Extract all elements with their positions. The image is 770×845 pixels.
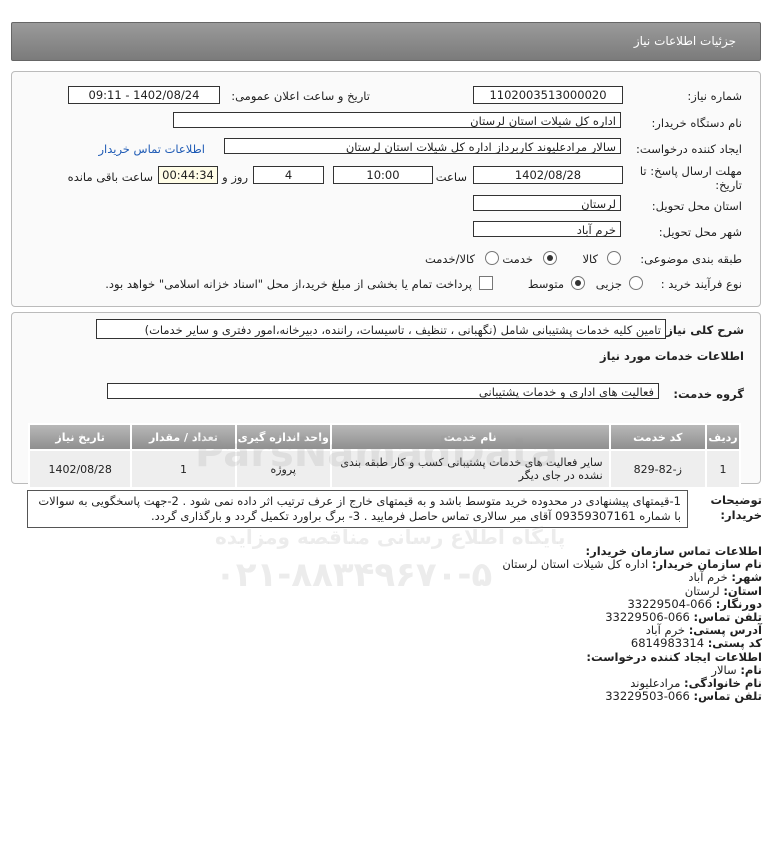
creator-last-name-value: مرادعلیوند [630,676,681,691]
cell-name: سایر فعالیت های خدمات پشتیبانی کسب و کار… [329,449,611,489]
buyer-contact-link[interactable]: اطلاعات تماس خریدار [98,142,205,156]
category-radio-both[interactable] [485,251,499,265]
page-title: جزئیات اطلاعات نیاز [633,34,736,48]
city-label: شهر محل تحویل: [658,225,742,239]
city-field[interactable]: خرم آباد [473,221,621,237]
col-header-qty: تعداد / مقدار [130,423,237,451]
contact-city-label: شهر: [731,570,762,585]
process-radio-minor[interactable] [629,276,643,290]
col-header-unit: واحد اندازه گیری [234,423,332,451]
province-field[interactable]: لرستان [473,195,621,211]
requester-label: ایجاد کننده درخواست: [636,142,742,156]
creator-phone-label: تلفن تماس: [693,689,762,704]
col-header-date: تاریخ نیاز [27,423,133,451]
process-option-medium: متوسط [527,277,564,291]
buyer-org-name-value: اداره کل شیلات استان لرستان [502,557,649,572]
contact-province-label: استان: [723,583,762,598]
contact-postal-label: کد پستی: [707,636,762,651]
process-option-minor: جزیی [595,277,622,291]
cell-row-number: 1 [704,449,742,489]
need-number-label: شماره نیاز: [687,89,742,103]
buyer-contact-title: اطلاعات تماس سازمان خریدار: [585,544,762,558]
requester-field[interactable]: سالار مرادعلیوند کاربرداز اداره کل شیلات… [224,138,621,154]
treasury-payment-checkbox[interactable] [479,276,493,290]
col-header-name: نام خدمت [329,423,611,451]
deadline-time-field[interactable]: 10:00 [333,166,433,184]
buyer-org-label: نام دستگاه خریدار: [651,116,742,130]
need-number-field[interactable]: 1102003513000020 [473,86,623,104]
service-group-label: گروه خدمت: [673,387,744,401]
contact-info: اطلاعات تماس سازمان خریدار: نام سازمان خ… [242,544,762,704]
page-header: جزئیات اطلاعات نیاز [11,22,761,61]
contact-province-value: لرستان [684,583,720,598]
creator-first-name-value: سالار [711,662,737,677]
contact-address-value: خرم آباد [645,623,686,638]
days-field[interactable]: 4 [253,166,324,184]
service-group-field: فعالیت های اداری و خدمات پشتیبانی [107,383,659,399]
summary-label: شرح کلی نیاز: [661,323,744,337]
contact-city-value: خرم آباد [688,570,728,585]
days-label: روز و [222,170,248,184]
remaining-label: ساعت باقی مانده [67,170,153,184]
contact-phone-value: 066-33229506 [605,610,690,625]
contact-fax-label: دورنگار: [715,596,762,611]
category-label: طبقه بندی موضوعی: [640,252,742,266]
notes-text-box: 1-قیمتهای پیشنهادی در محدوده خرید متوسط … [27,490,688,528]
announce-label: تاریخ و ساعت اعلان عمومی: [231,89,370,103]
services-section-title: اطلاعات خدمات مورد نیاز [600,349,744,363]
category-option-service: خدمت [502,252,533,266]
cell-date: 1402/08/28 [27,449,133,489]
cell-unit: پروژه [234,449,332,489]
process-label: نوع فرآیند خرید : [660,277,742,291]
cell-code: ز-82-829 [608,449,707,489]
treasury-payment-note: پرداخت تمام یا بخشی از مبلغ خرید،از محل … [105,277,472,291]
creator-last-name-label: نام خانوادگی: [684,676,762,691]
table-header-row: ردیف کد خدمت نام خدمت واحد اندازه گیری ت… [27,423,742,451]
notes-label: توضیحات خریدار: [710,493,763,522]
category-option-both: کالا/خدمت [424,252,475,266]
table-row: 1 ز-82-829 سایر فعالیت های خدمات پشتیبان… [27,449,742,489]
col-header-code: کد خدمت [608,423,707,451]
summary-text-box: تامین کلیه خدمات پشتیبانی شامل (نگهبانی … [96,319,666,339]
buyer-org-name-label: نام سازمان خریدار: [651,557,762,572]
deadline-date-field[interactable]: 1402/08/28 [473,166,623,184]
remaining-time-field: 00:44:34 [158,166,218,184]
process-radio-medium[interactable] [571,276,585,290]
announce-field[interactable]: 1402/08/24 - 09:11 [68,86,220,104]
contact-address-label: آدرس پستی: [688,623,762,638]
cell-qty: 1 [130,449,237,489]
creator-contact-title: اطلاعات ایجاد کننده درخواست: [586,649,762,664]
col-header-row-number: ردیف [704,423,742,451]
creator-phone-value: 066-33229503 [605,689,690,704]
deadline-label: مهلت ارسال پاسخ: تا تاریخ: [639,164,742,192]
services-table: ردیف کد خدمت نام خدمت واحد اندازه گیری ت… [27,423,742,489]
contact-phone-label: تلفن تماس: [693,610,762,625]
province-label: استان محل تحویل: [651,199,742,213]
creator-first-name-label: نام: [740,662,762,677]
contact-fax-value: 066-33229504 [627,596,713,611]
category-option-goods: کالا [582,252,598,266]
contact-postal-value: 6814983314 [630,636,705,651]
buyer-org-field[interactable]: اداره کل شیلات استان لرستان [173,112,621,128]
category-radio-goods[interactable] [607,251,621,265]
category-radio-service[interactable] [543,251,557,265]
deadline-time-label: ساعت [435,170,467,184]
